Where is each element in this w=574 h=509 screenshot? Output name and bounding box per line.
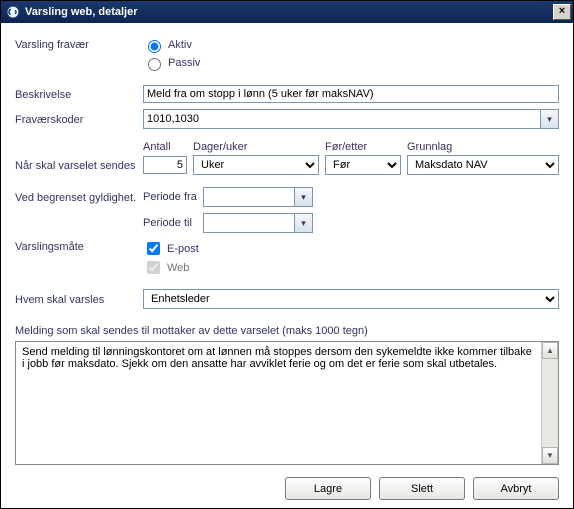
app-icon: [5, 4, 21, 20]
melding-container: ▲ ▼: [15, 341, 559, 465]
hvem-varsles-select[interactable]: Enhetsleder: [143, 289, 559, 309]
when-headers: Antall Dager/uker Før/etter Grunnlag: [143, 141, 559, 153]
label-periode-fra: Periode fra: [143, 191, 203, 203]
scroll-track[interactable]: [542, 359, 558, 447]
fravaerskoder-dropdown-icon[interactable]: ▾: [541, 109, 559, 129]
checkbox-web: [147, 261, 160, 274]
periode-fra-dropdown-icon[interactable]: ▾: [295, 187, 313, 207]
label-beskrivelse: Beskrivelse: [15, 87, 143, 101]
label-fravaerskoder: Fraværskoder: [15, 112, 143, 126]
checkbox-epost-wrapper[interactable]: E-post: [143, 239, 559, 258]
fravaerskoder-input[interactable]: [143, 109, 541, 129]
label-varslingsmaate: Varslingsmåte: [15, 239, 143, 253]
footer-buttons: Lagre Slett Avbryt: [15, 465, 559, 500]
radio-passiv-label: Passiv: [168, 57, 200, 69]
periode-fra-input[interactable]: [203, 187, 295, 207]
antall-input[interactable]: [143, 156, 187, 174]
beskrivelse-input[interactable]: [143, 85, 559, 103]
scrollbar[interactable]: ▲ ▼: [541, 342, 558, 464]
periode-til-input[interactable]: [203, 213, 295, 233]
label-varsling-fravaer: Varsling fravær: [15, 37, 143, 51]
content-area: Varsling fravær Aktiv Passiv Beskrivelse…: [1, 23, 573, 508]
label-begrenset-gyldighet: Ved begrenset gyldighet.: [15, 190, 143, 204]
for-etter-select[interactable]: Før: [325, 155, 401, 175]
scroll-down-icon[interactable]: ▼: [542, 447, 558, 464]
checkbox-web-wrapper: Web: [143, 258, 559, 277]
lagre-button[interactable]: Lagre: [285, 477, 371, 500]
window-title: Varsling web, detaljer: [25, 6, 553, 18]
melding-header: Melding som skal sendes til mottaker av …: [15, 325, 559, 337]
titlebar: Varsling web, detaljer ×: [1, 1, 573, 23]
radio-passiv[interactable]: [148, 58, 161, 71]
close-button[interactable]: ×: [553, 4, 571, 20]
radio-aktiv[interactable]: [148, 40, 161, 53]
avbryt-button[interactable]: Avbryt: [473, 477, 559, 500]
grunnlag-select[interactable]: Maksdato NAV: [407, 155, 559, 175]
header-dager-uker: Dager/uker: [193, 141, 325, 153]
scroll-up-icon[interactable]: ▲: [542, 342, 558, 359]
label-naar-sendes: Når skal varselet sendes: [15, 158, 143, 172]
checkbox-epost-label: E-post: [167, 243, 199, 255]
melding-textarea[interactable]: [16, 342, 541, 464]
label-hvem-varsles: Hvem skal varsles: [15, 292, 143, 306]
radio-aktiv-wrapper[interactable]: Aktiv: [143, 37, 559, 53]
checkbox-epost[interactable]: [147, 242, 160, 255]
periode-til-dropdown-icon[interactable]: ▾: [295, 213, 313, 233]
dialog-window: Varsling web, detaljer × Varsling fravær…: [0, 0, 574, 509]
slett-button[interactable]: Slett: [379, 477, 465, 500]
label-periode-til: Periode til: [143, 217, 203, 229]
radio-passiv-wrapper[interactable]: Passiv: [143, 55, 559, 71]
header-for-etter: Før/etter: [325, 141, 407, 153]
radio-aktiv-label: Aktiv: [168, 39, 192, 51]
header-grunnlag: Grunnlag: [407, 141, 559, 153]
dager-uker-select[interactable]: Uker: [193, 155, 319, 175]
checkbox-web-label: Web: [167, 262, 189, 274]
header-antall: Antall: [143, 141, 193, 153]
